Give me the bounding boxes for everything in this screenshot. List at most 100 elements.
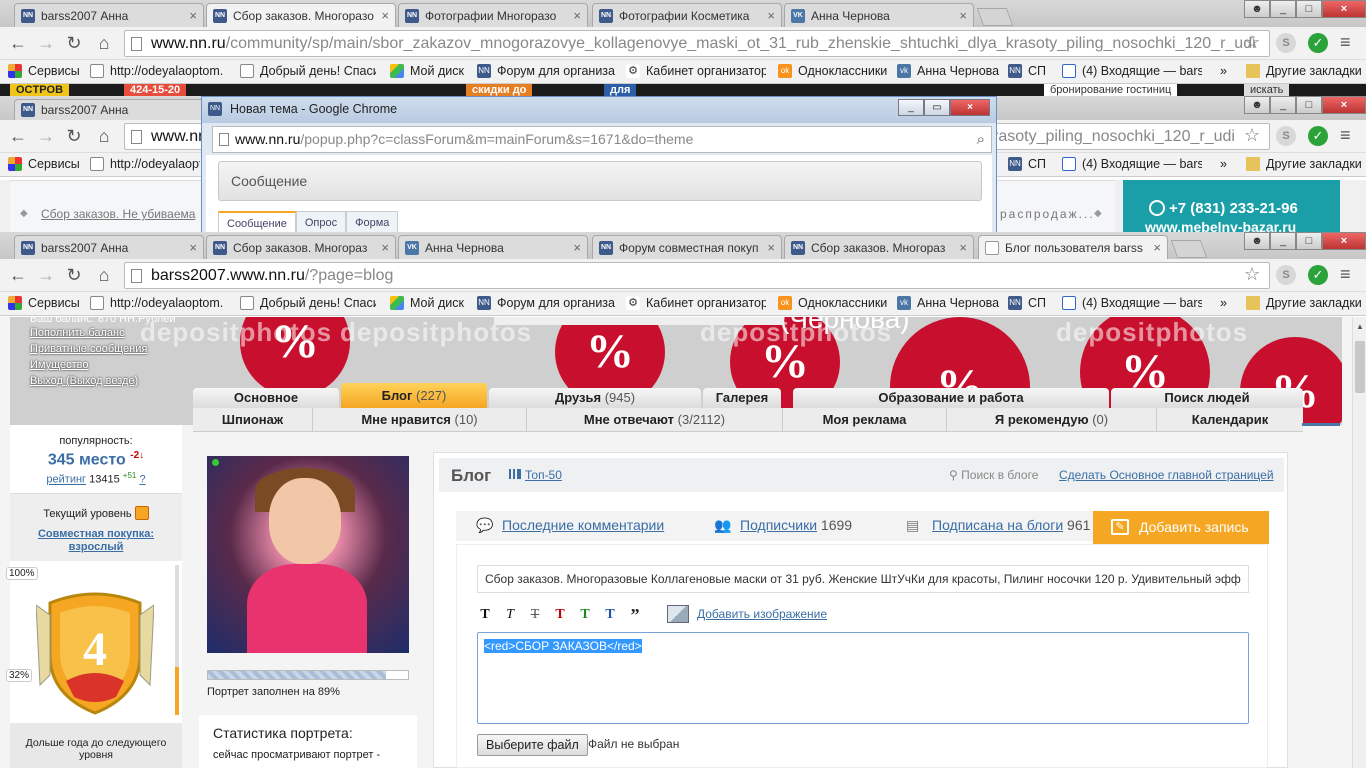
- new-tab-button[interactable]: [976, 8, 1014, 26]
- tab-my-ads[interactable]: Моя реклама: [783, 408, 947, 432]
- tab[interactable]: NN Сбор заказов. Многораз ×: [784, 235, 974, 259]
- close-tab-icon[interactable]: ×: [573, 8, 581, 23]
- home-icon[interactable]: ⌂: [92, 125, 116, 147]
- reload-icon[interactable]: ↻: [62, 264, 86, 286]
- tab-recommend[interactable]: Я рекомендую (0): [947, 408, 1157, 432]
- bookmark-item[interactable]: Сервисы: [8, 296, 80, 310]
- bookmark-item[interactable]: ok Одноклассники: [778, 64, 887, 78]
- close-tab-icon[interactable]: ×: [959, 8, 967, 23]
- property-link[interactable]: Имущество: [30, 357, 240, 373]
- maximize-button[interactable]: □: [1296, 0, 1322, 18]
- maximize-button[interactable]: ▭: [924, 99, 950, 116]
- blue-text-button[interactable]: T: [602, 607, 618, 623]
- bookmark-item[interactable]: ok Одноклассники: [778, 296, 887, 310]
- bookmark-star-icon[interactable]: ☆: [1244, 125, 1260, 146]
- address-bar[interactable]: www.nn.ru/community/sp/main/sbor_zakazov…: [124, 30, 1270, 57]
- blog-search-input[interactable]: ⚲ Поиск в блоге: [949, 468, 1038, 482]
- tab-active[interactable]: Блог пользователя barss ×: [978, 235, 1168, 259]
- bookmark-item[interactable]: Сервисы: [8, 64, 80, 78]
- close-tab-icon[interactable]: ×: [1153, 240, 1161, 255]
- tab-calendar[interactable]: Календарик: [1157, 408, 1303, 432]
- reload-icon[interactable]: ↻: [62, 125, 86, 147]
- minimize-button[interactable]: _: [1270, 96, 1296, 114]
- rating-help-link[interactable]: ?: [139, 474, 145, 486]
- bookmark-item[interactable]: Добрый день! Спаси: [240, 64, 376, 78]
- other-bookmarks[interactable]: Другие закладки: [1246, 296, 1362, 310]
- user-icon[interactable]: ☻: [1244, 232, 1270, 250]
- bookmark-item[interactable]: (4) Входящие — barss: [1062, 64, 1202, 78]
- quote-button[interactable]: ”: [627, 606, 643, 624]
- bookmarks-more-button[interactable]: »: [1220, 64, 1227, 78]
- close-tab-icon[interactable]: ×: [189, 240, 197, 255]
- scrollbar-thumb[interactable]: [1355, 341, 1365, 393]
- top-up-link[interactable]: Пополнить баланс: [30, 325, 240, 341]
- home-icon[interactable]: ⌂: [92, 32, 116, 54]
- reload-icon[interactable]: ↻: [62, 32, 86, 54]
- tab-friends[interactable]: Друзья (945): [489, 388, 701, 408]
- bookmark-item[interactable]: http://odeyalaoptom.: [90, 296, 226, 310]
- rating-link[interactable]: рейтинг: [46, 474, 86, 486]
- bookmarks-more-button[interactable]: »: [1220, 296, 1227, 310]
- bookmark-item[interactable]: http://odeyalaopt: [90, 157, 200, 171]
- close-tab-icon[interactable]: ×: [959, 240, 967, 255]
- tab-active[interactable]: NN Сбор заказов. Многоразо ×: [206, 3, 396, 27]
- tab-poll[interactable]: Опрос: [295, 211, 347, 232]
- bookmark-item[interactable]: NN Форум для организат: [477, 296, 615, 310]
- maximize-button[interactable]: □: [1296, 96, 1322, 114]
- tab-gallery[interactable]: Галерея: [703, 388, 781, 408]
- close-tab-icon[interactable]: ×: [767, 8, 775, 23]
- minimize-button[interactable]: _: [898, 99, 924, 116]
- home-icon[interactable]: ⌂: [92, 264, 116, 286]
- close-popup-button[interactable]: ×: [950, 99, 990, 116]
- page-scrollbar[interactable]: ▲: [1352, 317, 1366, 768]
- close-window-button[interactable]: ×: [1322, 96, 1366, 114]
- close-window-button[interactable]: ×: [1322, 0, 1366, 18]
- bookmark-item[interactable]: (4) Входящие — barss: [1062, 296, 1202, 310]
- bookmark-item[interactable]: NN Форум для организат: [477, 64, 615, 78]
- search-hotels-button[interactable]: искать: [1244, 84, 1290, 96]
- forward-icon[interactable]: →: [34, 125, 58, 147]
- recent-comments[interactable]: 💬 Последние комментарии: [476, 517, 664, 534]
- tab[interactable]: NN barss2007 Анна ×: [14, 235, 204, 259]
- tab-message[interactable]: Сообщение: [218, 211, 296, 232]
- level-name-link[interactable]: Совместная покупка: взрослый: [10, 528, 182, 554]
- check-extension-icon[interactable]: ✓: [1308, 33, 1328, 53]
- tab[interactable]: VK Анна Чернова ×: [398, 235, 588, 259]
- tab[interactable]: NN barss2007 Анна: [14, 99, 204, 120]
- tab-blog[interactable]: Блог (227): [341, 383, 487, 408]
- private-messages-link[interactable]: Приватные сообщения: [30, 341, 240, 357]
- bookmark-item[interactable]: (4) Входящие — bars: [1062, 157, 1202, 171]
- green-text-button[interactable]: T: [577, 607, 593, 623]
- bookmark-item[interactable]: ⚙ Кабинет организатор: [626, 64, 766, 78]
- tab[interactable]: NN Фотографии Многоразо ×: [398, 3, 588, 27]
- check-extension-icon[interactable]: ✓: [1308, 126, 1328, 146]
- bookmark-item[interactable]: http://odeyalaoptom.: [90, 64, 226, 78]
- tab-replies[interactable]: Мне отвечают (3/2112): [527, 408, 783, 432]
- tab[interactable]: NN Сбор заказов. Многораз ×: [206, 235, 396, 259]
- popup-address-bar[interactable]: www.nn.ru/popup.php?c=classForum&m=mainF…: [212, 126, 992, 153]
- tab[interactable]: NN barss2007 Анна ×: [14, 3, 204, 27]
- italic-button[interactable]: T: [502, 607, 518, 623]
- add-image-link[interactable]: Добавить изображение: [667, 605, 827, 623]
- tab-education[interactable]: Образование и работа: [793, 388, 1109, 408]
- skype-extension-icon[interactable]: S: [1276, 126, 1296, 146]
- bookmark-item[interactable]: Добрый день! Спаси: [240, 296, 376, 310]
- strike-button[interactable]: T: [527, 607, 543, 623]
- tab-main[interactable]: Основное: [193, 388, 339, 408]
- bookmark-item[interactable]: Мой диск: [390, 296, 464, 310]
- bookmark-item[interactable]: ⚙ Кабинет организатор: [626, 296, 766, 310]
- add-post-button[interactable]: ✎ Добавить запись: [1093, 511, 1269, 544]
- tab-spy[interactable]: Шпионаж: [193, 408, 313, 432]
- bookmark-star-icon[interactable]: ☆: [1244, 32, 1260, 53]
- close-tab-icon[interactable]: ×: [189, 8, 197, 23]
- subscribers[interactable]: 👥 Подписчики 1699: [714, 517, 852, 534]
- bookmark-item[interactable]: Сервисы: [8, 157, 80, 171]
- tab[interactable]: NN Фотографии Косметика ×: [592, 3, 782, 27]
- other-bookmarks[interactable]: Другие закладки: [1246, 157, 1362, 171]
- bookmark-item[interactable]: NN СП: [1008, 296, 1046, 310]
- breadcrumb-right-link[interactable]: распродаж...: [1000, 207, 1095, 221]
- check-extension-icon[interactable]: ✓: [1308, 265, 1328, 285]
- tab-likes[interactable]: Мне нравится (10): [313, 408, 527, 432]
- tab[interactable]: NN Форум совместная покуп ×: [592, 235, 782, 259]
- menu-icon[interactable]: ≡: [1340, 126, 1356, 144]
